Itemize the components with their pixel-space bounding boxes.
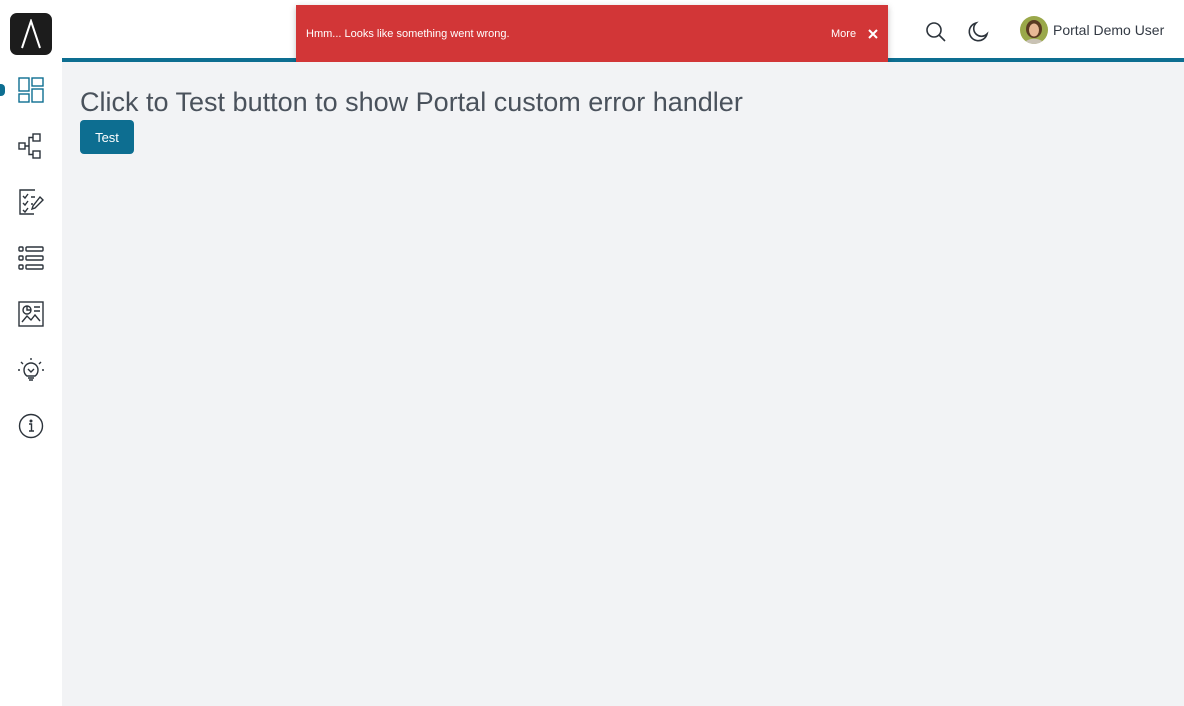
close-icon <box>868 29 878 39</box>
sidebar-item-reports[interactable] <box>0 294 62 334</box>
user-name: Portal Demo User <box>1053 22 1165 38</box>
avatar <box>1020 16 1048 44</box>
dashboard-icon <box>18 77 44 103</box>
tasks-icon <box>19 189 44 215</box>
main-content: Click to Test button to show Portal cust… <box>62 62 1184 706</box>
info-icon <box>18 413 44 439</box>
toast-close-button[interactable] <box>866 27 880 41</box>
search-icon <box>926 22 946 42</box>
search-button[interactable] <box>924 20 948 44</box>
list-icon <box>18 246 44 270</box>
page-title: Click to Test button to show Portal cust… <box>80 87 743 117</box>
toast-more-link[interactable]: More <box>831 28 856 40</box>
theme-toggle-button[interactable] <box>966 20 990 44</box>
logo-icon <box>21 19 41 49</box>
error-toast: Hmm... Looks like something went wrong. … <box>296 5 888 65</box>
toast-message: Hmm... Looks like something went wrong. <box>306 28 510 40</box>
sidebar-item-tasks[interactable] <box>0 182 62 222</box>
report-icon <box>18 301 44 327</box>
sidebar-item-workflow[interactable] <box>0 126 62 166</box>
workflow-icon <box>18 133 41 159</box>
sidebar <box>0 0 62 706</box>
app-logo[interactable] <box>10 13 52 55</box>
user-menu[interactable]: Portal Demo User <box>1020 15 1164 45</box>
sidebar-item-dashboard[interactable] <box>0 70 62 110</box>
sidebar-item-ideas[interactable] <box>0 350 62 390</box>
sidebar-item-info[interactable] <box>0 406 62 446</box>
moon-icon <box>968 21 989 42</box>
sidebar-item-list[interactable] <box>0 238 62 278</box>
test-button[interactable]: Test <box>80 120 134 154</box>
lightbulb-icon <box>18 358 44 381</box>
